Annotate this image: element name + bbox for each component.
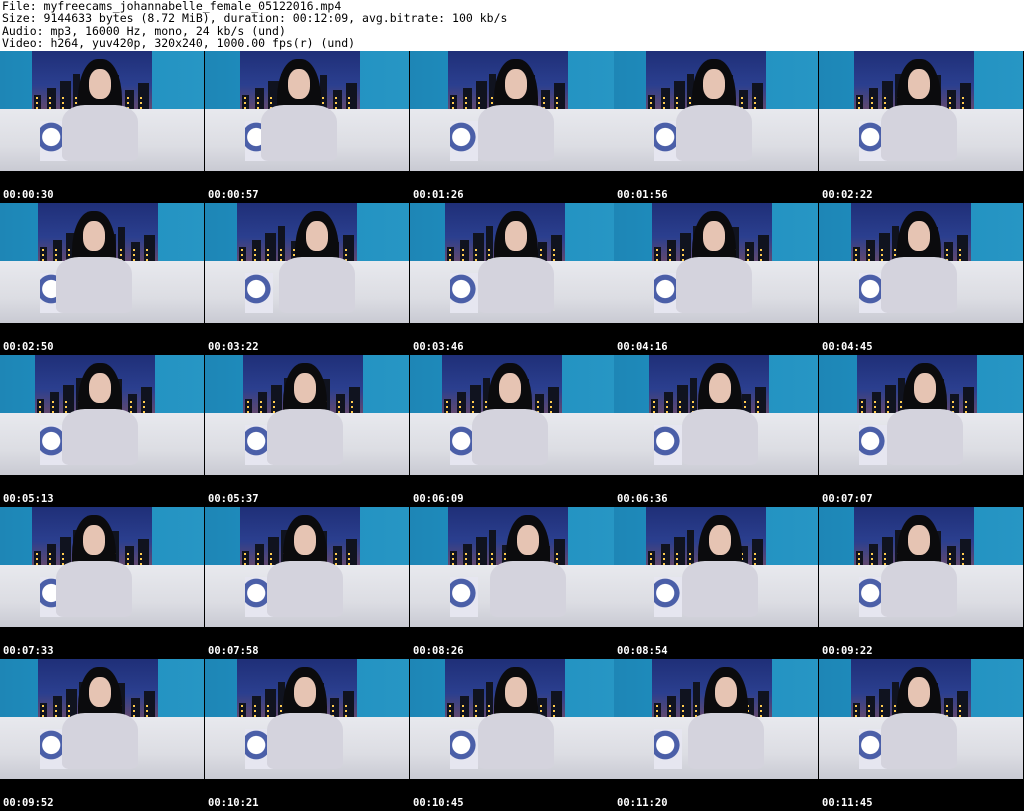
thumbnail-image xyxy=(205,203,409,355)
thumbnail-cell: 00:05:37 xyxy=(205,355,409,507)
thumbnail-image xyxy=(0,507,204,659)
thumbnail-timestamp: 00:03:22 xyxy=(208,341,259,353)
thumbnail-cell: 00:05:13 xyxy=(0,355,204,507)
thumbnail-image xyxy=(819,659,1023,811)
thumbnail-cell: 00:06:36 xyxy=(614,355,818,507)
thumbnail-image xyxy=(205,507,409,659)
thumbnail-image xyxy=(0,51,204,203)
thumbnail-image xyxy=(614,507,818,659)
thumbnail-image xyxy=(0,355,204,507)
thumbnail-timestamp: 00:09:52 xyxy=(3,797,54,809)
thumbnail-timestamp: 00:01:56 xyxy=(617,189,668,201)
thumbnail-cell: 00:01:26 xyxy=(410,51,614,203)
thumbnail-timestamp: 00:02:22 xyxy=(822,189,873,201)
thumbnail-image xyxy=(410,355,614,507)
thumbnail-image xyxy=(819,51,1023,203)
thumbnail-image xyxy=(614,203,818,355)
thumbnail-timestamp: 00:11:45 xyxy=(822,797,873,809)
thumbnail-cell: 00:03:22 xyxy=(205,203,409,355)
thumbnail-image xyxy=(205,355,409,507)
thumbnail-timestamp: 00:07:58 xyxy=(208,645,259,657)
thumbnail-timestamp: 00:04:45 xyxy=(822,341,873,353)
thumbnail-cell: 00:08:54 xyxy=(614,507,818,659)
file-size-line: Size: 9144633 bytes (8.72 MiB), duration… xyxy=(2,11,508,26)
thumbnail-timestamp: 00:11:20 xyxy=(617,797,668,809)
thumbnail-timestamp: 00:08:54 xyxy=(617,645,668,657)
thumbnail-timestamp: 00:07:33 xyxy=(3,645,54,657)
thumbnail-timestamp: 00:00:57 xyxy=(208,189,259,201)
thumbnail-cell: 00:04:45 xyxy=(819,203,1023,355)
thumbnail-image xyxy=(410,203,614,355)
thumbnail-image xyxy=(819,203,1023,355)
thumbnail-timestamp: 00:05:37 xyxy=(208,493,259,505)
thumbnail-image xyxy=(0,203,204,355)
thumbnail-cell: 00:03:46 xyxy=(410,203,614,355)
thumbnail-timestamp: 00:00:30 xyxy=(3,189,54,201)
thumbnail-cell: 00:02:22 xyxy=(819,51,1023,203)
thumbnail-cell: 00:06:09 xyxy=(410,355,614,507)
thumbnail-cell: 00:00:30 xyxy=(0,51,204,203)
thumbnail-cell: 00:11:45 xyxy=(819,659,1023,811)
thumbnail-image xyxy=(0,659,204,811)
thumbnail-cell: 00:07:33 xyxy=(0,507,204,659)
thumbnail-image xyxy=(410,659,614,811)
thumbnail-cell: 00:09:22 xyxy=(819,507,1023,659)
thumbnail-cell: 00:04:16 xyxy=(614,203,818,355)
thumbnail-cell: 00:08:26 xyxy=(410,507,614,659)
thumbnail-image xyxy=(819,507,1023,659)
video-info-line: Video: h264, yuv420p, 320x240, 1000.00 f… xyxy=(2,36,356,51)
thumbnail-timestamp: 00:07:07 xyxy=(822,493,873,505)
thumbnail-image xyxy=(614,355,818,507)
thumbnail-timestamp: 00:06:36 xyxy=(617,493,668,505)
thumbnail-image xyxy=(819,355,1023,507)
thumbnail-image xyxy=(614,659,818,811)
thumbnail-timestamp: 00:06:09 xyxy=(413,493,464,505)
thumbnail-timestamp: 00:05:13 xyxy=(3,493,54,505)
thumbnail-cell: 00:07:58 xyxy=(205,507,409,659)
thumbnail-cell: 00:10:21 xyxy=(205,659,409,811)
thumbnail-image xyxy=(205,659,409,811)
thumbnail-timestamp: 00:10:21 xyxy=(208,797,259,809)
thumbnail-image xyxy=(410,51,614,203)
thumbnail-timestamp: 00:02:50 xyxy=(3,341,54,353)
thumbnail-image xyxy=(614,51,818,203)
thumbnail-image xyxy=(410,507,614,659)
thumbnail-cell: 00:09:52 xyxy=(0,659,204,811)
thumbnail-cell: 00:07:07 xyxy=(819,355,1023,507)
thumbnail-cell: 00:11:20 xyxy=(614,659,818,811)
thumbnail-cell: 00:10:45 xyxy=(410,659,614,811)
thumbnail-timestamp: 00:03:46 xyxy=(413,341,464,353)
thumbnail-cell: 00:02:50 xyxy=(0,203,204,355)
thumbnail-timestamp: 00:08:26 xyxy=(413,645,464,657)
thumbnail-grid: 00:00:30 00:00:57 00:01:26 00:01:56 00:02:22… xyxy=(0,51,1024,811)
thumbnail-cell: 00:00:57 xyxy=(205,51,409,203)
thumbnail-timestamp: 00:01:26 xyxy=(413,189,464,201)
file-info-header: File: myfreecams_johannabelle_female_051… xyxy=(2,0,1022,50)
thumbnail-timestamp: 00:09:22 xyxy=(822,645,873,657)
thumbnail-image xyxy=(205,51,409,203)
thumbnail-timestamp: 00:04:16 xyxy=(617,341,668,353)
thumbnail-cell: 00:01:56 xyxy=(614,51,818,203)
thumbnail-timestamp: 00:10:45 xyxy=(413,797,464,809)
